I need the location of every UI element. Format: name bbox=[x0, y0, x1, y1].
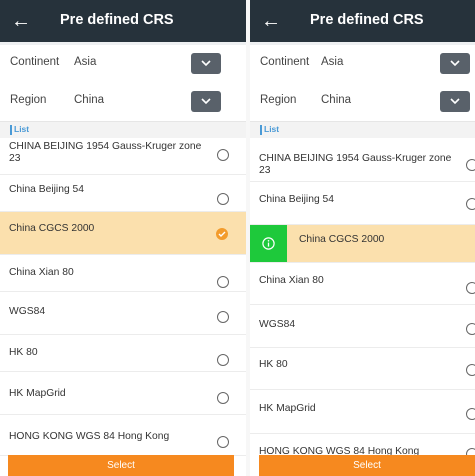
crs-item-label: China Beijing 54 bbox=[9, 184, 84, 195]
crs-item-label: WGS84 bbox=[9, 306, 46, 317]
crs-list-item[interactable]: WGS84 bbox=[0, 292, 246, 335]
radio-icon[interactable] bbox=[466, 408, 475, 420]
crs-list-item[interactable]: CHINA BEIJING 1954 Gauss-Kruger zone 23 bbox=[250, 138, 475, 182]
crs-list-item-selected[interactable]: China CGCS 2000 bbox=[0, 212, 246, 255]
page-title: Pre defined CRS bbox=[60, 12, 174, 28]
list-title: List bbox=[14, 124, 30, 134]
region-dropdown-button[interactable] bbox=[440, 91, 470, 112]
back-arrow-icon[interactable]: ← bbox=[6, 4, 36, 38]
radio-icon[interactable] bbox=[466, 323, 475, 335]
crs-screen-left: ← Pre defined CRS Continent Asia Region … bbox=[0, 0, 246, 476]
crs-list-item[interactable]: HK 80 bbox=[250, 348, 475, 390]
continent-value[interactable]: Asia bbox=[321, 56, 343, 68]
radio-icon[interactable] bbox=[217, 193, 229, 205]
radio-icon[interactable] bbox=[217, 276, 229, 288]
crs-list-item[interactable]: China Xian 80 bbox=[250, 263, 475, 305]
list-header-bar bbox=[10, 125, 12, 135]
continent-label: Continent bbox=[260, 56, 310, 68]
continent-row: Continent Asia bbox=[250, 45, 475, 84]
crs-list-item-selected[interactable]: China CGCS 2000 bbox=[250, 225, 475, 263]
radio-icon[interactable] bbox=[217, 436, 229, 448]
continent-label: Continent bbox=[10, 56, 60, 68]
crs-item-label: China CGCS 2000 bbox=[299, 234, 385, 245]
select-button[interactable]: Select bbox=[8, 455, 234, 476]
toast-info-box bbox=[250, 225, 287, 262]
crs-list-item[interactable]: CHINA BEIJING 1954 Gauss-Kruger zone 23 bbox=[0, 138, 246, 175]
region-label: Region bbox=[10, 94, 47, 106]
chevron-down-icon bbox=[450, 98, 460, 105]
back-arrow-icon[interactable]: ← bbox=[256, 4, 286, 38]
region-row: Region China bbox=[0, 83, 246, 122]
radio-checked-icon[interactable] bbox=[216, 228, 228, 240]
continent-row: Continent Asia bbox=[0, 45, 246, 84]
check-icon bbox=[218, 231, 226, 237]
crs-list-item[interactable]: China Beijing 54 bbox=[0, 175, 246, 212]
radio-icon[interactable] bbox=[217, 392, 229, 404]
crs-list-item[interactable]: HONG KONG WGS 84 Hong Kong bbox=[0, 415, 246, 456]
crs-item-label: CHINA BEIJING 1954 Gauss-Kruger zone 23 bbox=[9, 141, 202, 164]
crs-item-label: HK 80 bbox=[259, 359, 288, 370]
crs-item-label: China Xian 80 bbox=[259, 275, 324, 286]
list-title: List bbox=[264, 124, 280, 134]
crs-item-label: China CGCS 2000 bbox=[9, 223, 95, 234]
crs-list-item[interactable]: China Xian 80 bbox=[0, 255, 246, 292]
crs-item-label: HK MapGrid bbox=[259, 403, 316, 414]
crs-item-label: China Xian 80 bbox=[9, 267, 74, 278]
crs-item-label: HK 80 bbox=[9, 347, 38, 358]
list-header: List bbox=[250, 122, 475, 138]
crs-list-item[interactable]: HK MapGrid bbox=[0, 372, 246, 415]
crs-item-label: WGS84 bbox=[259, 319, 296, 330]
radio-icon[interactable] bbox=[217, 354, 229, 366]
crs-list-item[interactable]: HK 80 bbox=[0, 335, 246, 372]
crs-item-label: CHINA BEIJING 1954 Gauss-Kruger zone 23 bbox=[259, 153, 452, 176]
radio-icon[interactable] bbox=[466, 282, 475, 294]
crs-item-label: HONG KONG WGS 84 Hong Kong bbox=[9, 431, 170, 442]
page-title: Pre defined CRS bbox=[310, 12, 424, 28]
region-value[interactable]: China bbox=[321, 94, 351, 106]
radio-icon[interactable] bbox=[466, 198, 475, 210]
region-value[interactable]: China bbox=[74, 94, 104, 106]
region-row: Region China bbox=[250, 83, 475, 122]
continent-dropdown-button[interactable] bbox=[440, 53, 470, 74]
list-header: List bbox=[0, 122, 246, 138]
crs-list-item[interactable]: China Beijing 54 bbox=[250, 182, 475, 225]
chevron-down-icon bbox=[201, 60, 211, 67]
radio-icon[interactable] bbox=[217, 149, 229, 161]
app-header: ← Pre defined CRS bbox=[250, 0, 475, 42]
info-icon bbox=[262, 237, 275, 250]
list-header-bar bbox=[260, 125, 262, 135]
radio-icon[interactable] bbox=[466, 159, 475, 171]
region-label: Region bbox=[260, 94, 297, 106]
crs-item-label: China Beijing 54 bbox=[259, 194, 334, 205]
crs-screen-right: ← Pre defined CRS Continent Asia Region … bbox=[250, 0, 475, 476]
region-dropdown-button[interactable] bbox=[191, 91, 221, 112]
crs-list-item[interactable]: WGS84 bbox=[250, 305, 475, 348]
radio-icon[interactable] bbox=[466, 364, 475, 376]
continent-value[interactable]: Asia bbox=[74, 56, 96, 68]
chevron-down-icon bbox=[450, 60, 460, 67]
crs-item-label: HK MapGrid bbox=[9, 388, 66, 399]
chevron-down-icon bbox=[201, 98, 211, 105]
continent-dropdown-button[interactable] bbox=[191, 53, 221, 74]
app-header: ← Pre defined CRS bbox=[0, 0, 246, 42]
radio-icon[interactable] bbox=[217, 311, 229, 323]
select-button[interactable]: Select bbox=[259, 455, 475, 476]
crs-list-item[interactable]: HK MapGrid bbox=[250, 390, 475, 434]
